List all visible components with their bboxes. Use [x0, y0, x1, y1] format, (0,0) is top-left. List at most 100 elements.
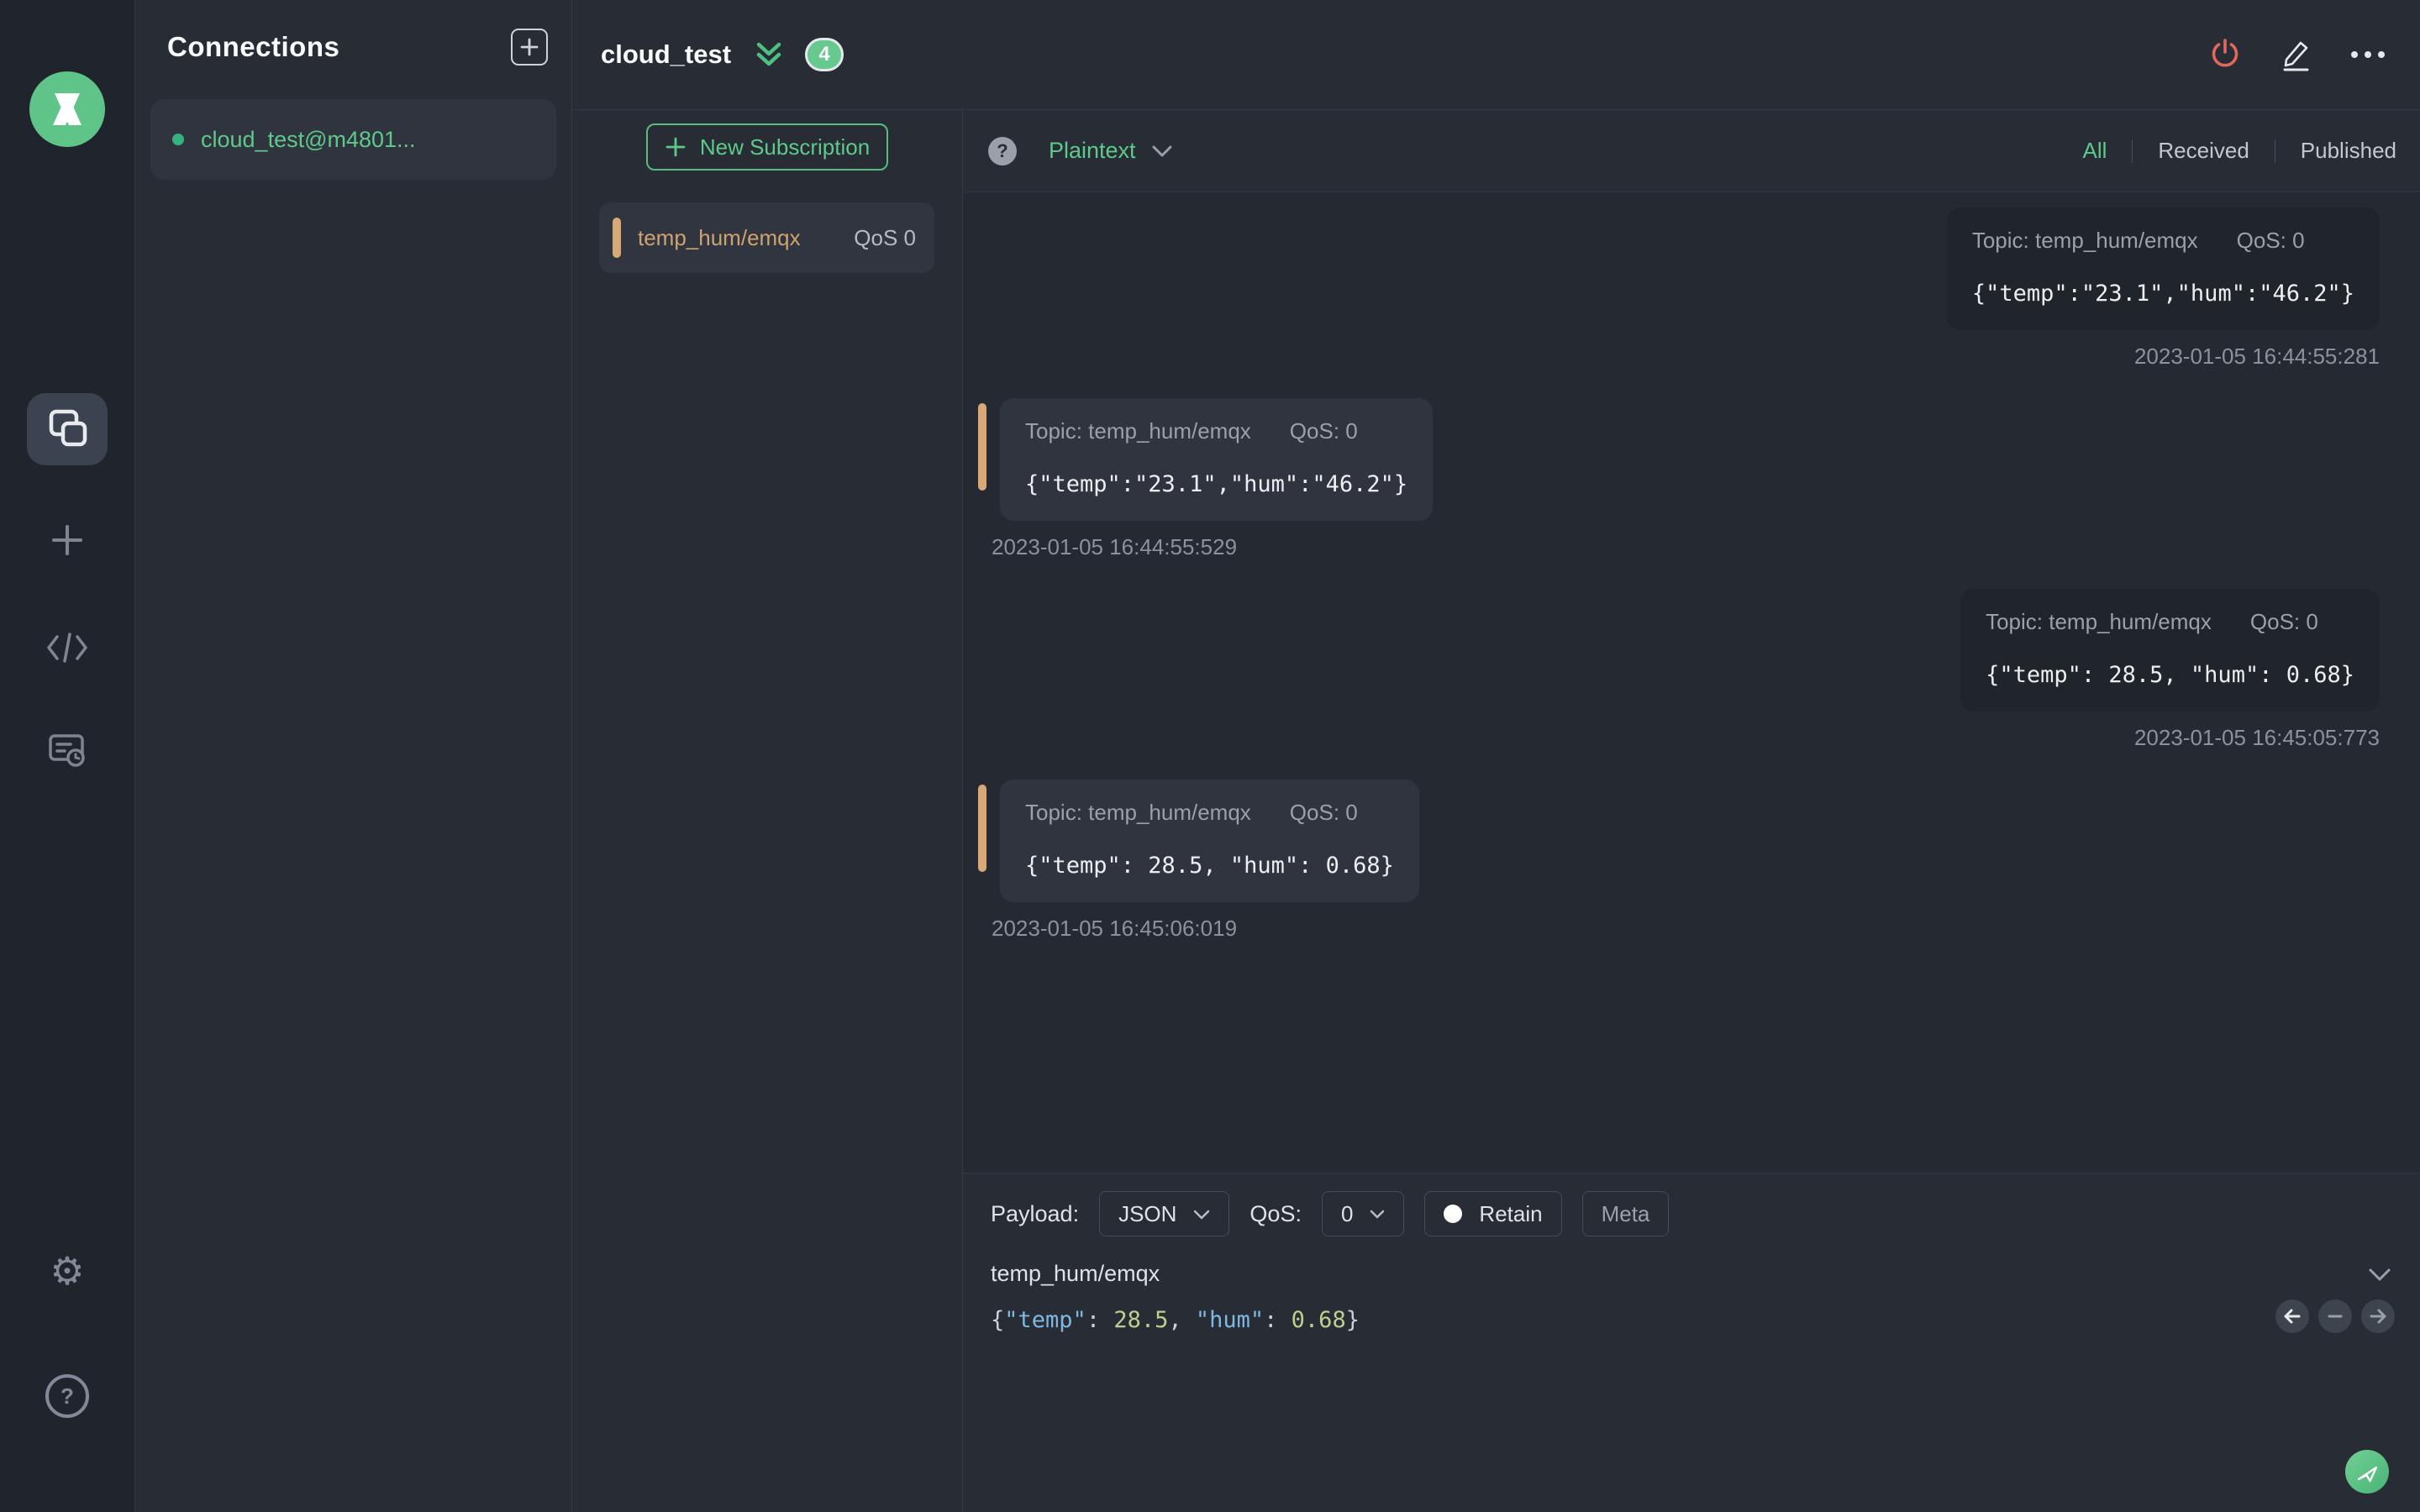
editor-segment: {: [991, 1307, 1005, 1333]
connections-title: Connections: [167, 31, 340, 62]
main-area: cloud_test 4 New Subscription temp_hum/e…: [572, 0, 2420, 1512]
history-prev-button[interactable]: [2275, 1299, 2309, 1333]
message-payload: {"temp":"23.1","hum":"46.2"}: [1971, 281, 2354, 307]
payload-format-select[interactable]: JSON: [1099, 1191, 1230, 1236]
payload-format-value: JSON: [1118, 1200, 1177, 1226]
message-published: Topic: temp_hum/emqx QoS: 0 {"temp":"23.…: [978, 207, 2380, 370]
power-icon: [2212, 39, 2238, 67]
message-filter-tabs: All Received Published: [2082, 138, 2396, 164]
sidebar-item-settings[interactable]: ⚙: [0, 1252, 134, 1290]
subscription-item[interactable]: temp_hum/emqx QoS 0: [599, 202, 934, 273]
message-bubble: Topic: temp_hum/emqx QoS: 0 {"temp":"23.…: [1946, 207, 2380, 330]
subscription-color-bar: [613, 218, 621, 258]
message-qos: QoS: 0: [2249, 609, 2318, 634]
message-payload: {"temp": 28.5, "hum": 0.68}: [1986, 662, 2354, 688]
new-subscription-button[interactable]: New Subscription: [646, 123, 888, 171]
payload-editor[interactable]: {"temp": 28.5, "hum": 0.68}: [991, 1307, 2420, 1333]
connection-list-item[interactable]: cloud_test@m4801...: [150, 99, 556, 180]
retain-toggle[interactable]: Retain: [1424, 1191, 1562, 1236]
minus-icon: [2328, 1315, 2343, 1318]
connections-header: Connections: [135, 0, 571, 66]
header-actions: [2208, 37, 2385, 72]
icon-sidebar: ⚙ ?: [0, 0, 135, 1512]
connection-name: cloud_test@m4801...: [201, 126, 416, 152]
filter-separator: [2132, 139, 2133, 163]
ellipsis-icon: [2351, 51, 2358, 58]
mqttx-app: ⚙ ? Connections cloud_test@m4801... clou…: [0, 0, 2420, 1512]
mqttx-logo-icon: [53, 93, 82, 125]
retain-label: Retain: [1479, 1200, 1543, 1226]
sidebar-item-new-connection[interactable]: [0, 522, 134, 558]
chevron-down-icon: [1370, 1210, 1385, 1219]
connections-icon: [49, 409, 87, 447]
chevron-down-icon[interactable]: [1151, 144, 1173, 159]
subscription-topic: temp_hum/emqx: [638, 224, 801, 250]
main-body: New Subscription temp_hum/emqx QoS 0 ? P…: [572, 110, 2420, 1512]
payload-format-help-icon[interactable]: ?: [988, 136, 1017, 165]
collapse-subscriptions-button[interactable]: [755, 39, 783, 70]
double-chevron-down-icon: [756, 42, 781, 66]
chevron-down-icon[interactable]: [2368, 1267, 2391, 1282]
message-qos: QoS: 0: [2236, 228, 2305, 253]
editor-segment: "hum": [1195, 1307, 1265, 1333]
mqttx-logo: [29, 71, 105, 147]
message-color-bar: [978, 403, 986, 491]
message-list: Topic: temp_hum/emqx QoS: 0 {"temp":"23.…: [963, 192, 2420, 1173]
message-received: Topic: temp_hum/emqx QoS: 0 {"temp":"23.…: [978, 398, 2380, 560]
message-payload: {"temp": 28.5, "hum": 0.68}: [1025, 853, 1394, 879]
retain-dot-icon: [1444, 1205, 1463, 1223]
plus-icon: [520, 38, 539, 56]
message-topic: Topic: temp_hum/emqx: [1971, 228, 2198, 253]
sidebar-item-log[interactable]: [0, 732, 134, 769]
message-timestamp: 2023-01-05 16:44:55:529: [992, 534, 1238, 559]
code-icon: [47, 633, 87, 663]
editor-segment: 0.68: [1291, 1307, 1346, 1333]
message-qos: QoS: 0: [1289, 418, 1358, 444]
message-payload: {"temp":"23.1","hum":"46.2"}: [1025, 471, 1408, 497]
message-qos: QoS: 0: [1289, 800, 1358, 825]
plus-icon: [666, 137, 686, 157]
message-timestamp: 2023-01-05 16:45:05:773: [2133, 725, 2380, 750]
history-navigation: [2275, 1299, 2395, 1333]
messages-panel: ? Plaintext All Received Published Topic…: [963, 110, 2420, 1512]
topic-input[interactable]: temp_hum/emqx: [991, 1261, 2368, 1287]
send-button[interactable]: [2345, 1450, 2389, 1494]
history-next-button[interactable]: [2361, 1299, 2395, 1333]
subscriptions-column: New Subscription temp_hum/emqx QoS 0: [572, 110, 963, 1512]
publish-area: Payload: JSON QoS: 0 Retain Meta temp_hu…: [963, 1173, 2420, 1512]
edit-connection-button[interactable]: [2279, 37, 2314, 72]
message-topic: Topic: temp_hum/emqx: [1986, 609, 2212, 634]
sidebar-item-help[interactable]: ?: [0, 1374, 134, 1418]
sidebar-item-script[interactable]: [0, 632, 134, 664]
new-subscription-label: New Subscription: [699, 134, 871, 160]
arrow-left-icon: [2284, 1309, 2301, 1324]
message-received: Topic: temp_hum/emqx QoS: 0 {"temp": 28.…: [978, 780, 2380, 942]
help-icon: ?: [45, 1374, 89, 1418]
messages-toolbar: ? Plaintext All Received Published: [963, 110, 2420, 192]
editor-segment: 28.5: [1113, 1307, 1169, 1333]
qos-select[interactable]: 0: [1321, 1191, 1405, 1236]
meta-button[interactable]: Meta: [1581, 1191, 1670, 1236]
subscription-qos: QoS 0: [854, 224, 916, 250]
disconnect-button[interactable]: [2208, 38, 2242, 71]
message-bubble: Topic: temp_hum/emqx QoS: 0 {"temp": 28.…: [1960, 589, 2380, 711]
filter-all[interactable]: All: [2082, 138, 2107, 164]
unread-count-badge: 4: [805, 38, 844, 71]
qos-value: 0: [1340, 1200, 1354, 1226]
message-bubble: Topic: temp_hum/emqx QoS: 0 {"temp": 28.…: [1000, 780, 1419, 902]
qos-label: QoS:: [1249, 1200, 1302, 1226]
plus-icon: [52, 525, 82, 555]
history-clear-button[interactable]: [2318, 1299, 2352, 1333]
more-options-button[interactable]: [2351, 51, 2385, 58]
sidebar-item-connections[interactable]: [0, 405, 134, 452]
payload-label: Payload:: [991, 1200, 1080, 1226]
filter-received[interactable]: Received: [2158, 138, 2249, 164]
editor-segment: :: [1086, 1307, 1114, 1333]
add-connection-button[interactable]: [511, 29, 548, 66]
connection-header-bar: cloud_test 4: [572, 0, 2420, 110]
filter-published[interactable]: Published: [2301, 138, 2396, 164]
chevron-down-icon: [1194, 1210, 1210, 1219]
message-format-select[interactable]: Plaintext: [1049, 138, 1136, 164]
editor-segment: }: [1345, 1307, 1360, 1333]
editor-segment: "temp": [1004, 1307, 1086, 1333]
